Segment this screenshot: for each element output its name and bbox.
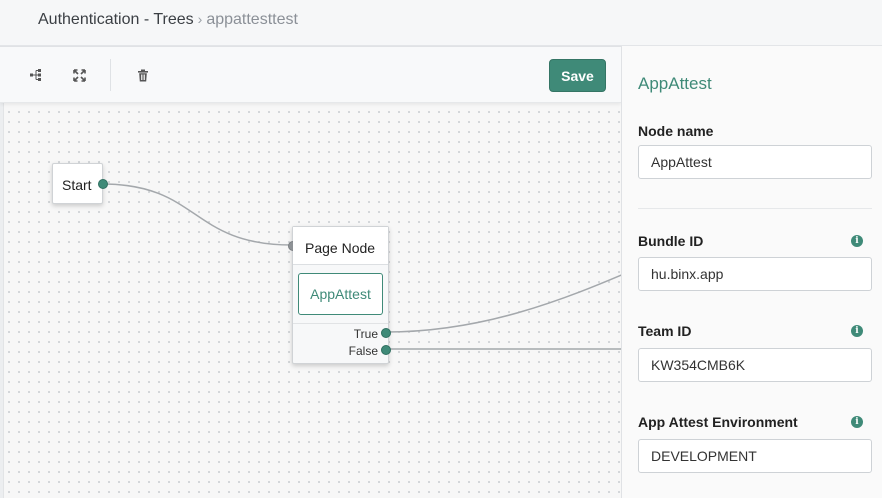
page-node[interactable]: Page Node AppAttest True False: [288, 226, 391, 364]
app-attest-environment-input[interactable]: [638, 439, 872, 473]
breadcrumb-parent-link[interactable]: Authentication - Trees: [38, 11, 194, 28]
start-to-page-wire: [101, 183, 293, 246]
start-output-port[interactable]: [98, 179, 108, 189]
save-button[interactable]: Save: [549, 59, 606, 92]
app-attest-environment-label: App Attest Environment: [638, 414, 798, 430]
bundle-id-input[interactable]: [638, 257, 872, 291]
node-properties-panel: AppAttest Node name Bundle ID i Team ID …: [621, 46, 882, 498]
breadcrumb: Authentication - Trees › appattesttest: [38, 10, 298, 29]
fit-to-screen-icon: [72, 68, 86, 82]
page-header: Authentication - Trees › appattesttest: [0, 0, 882, 46]
team-id-input[interactable]: [638, 348, 872, 382]
app-attest-environment-info-icon[interactable]: i: [851, 416, 863, 428]
page-node-header: Page Node: [293, 227, 388, 265]
canvas-toolbar: Save: [0, 47, 621, 103]
breadcrumb-separator: ›: [197, 11, 203, 27]
outcome-false-label: False: [348, 344, 378, 358]
start-node-label: Start: [62, 177, 92, 193]
breadcrumb-current: appattesttest: [206, 11, 298, 28]
tree-layout-icon: [30, 69, 41, 81]
outcome-true-label: True: [353, 327, 378, 341]
outcomes-divider: [293, 323, 388, 324]
tree-editor-canvas: Save Start Page Node AppAttest True Fals…: [0, 46, 621, 498]
toolbar-divider: [110, 59, 111, 91]
team-id-label: Team ID: [638, 323, 692, 339]
page-node-title: Page Node: [305, 240, 376, 256]
start-node[interactable]: Start: [52, 163, 108, 204]
fit-to-screen-button[interactable]: [68, 64, 90, 86]
team-id-info-icon[interactable]: i: [851, 325, 863, 337]
canvas-left-edge: [0, 103, 4, 498]
outcome-true-port[interactable]: [381, 328, 391, 338]
appattest-child-node[interactable]: AppAttest: [298, 273, 383, 315]
bundle-id-info-icon[interactable]: i: [851, 235, 863, 247]
tree-layout-button[interactable]: [25, 64, 47, 86]
panel-divider: [638, 208, 872, 209]
delete-node-button[interactable]: [132, 64, 154, 86]
outcome-false-port[interactable]: [381, 345, 391, 355]
node-name-label: Node name: [638, 123, 714, 139]
trash-icon: [138, 69, 148, 81]
node-name-input[interactable]: [638, 145, 872, 179]
panel-title: AppAttest: [638, 74, 712, 93]
bundle-id-label: Bundle ID: [638, 233, 704, 249]
true-outcome-wire: [385, 274, 621, 333]
